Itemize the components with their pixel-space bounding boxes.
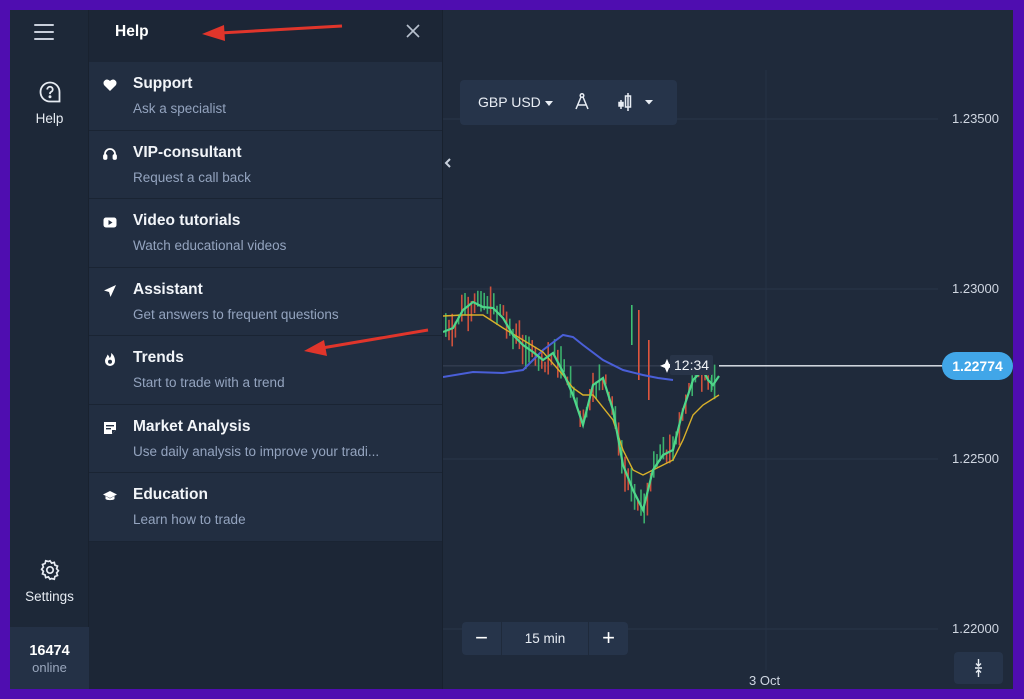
- annotation-arrow: [304, 328, 429, 356]
- annotation-arrow: [202, 24, 343, 41]
- annotation-overlay: [202, 24, 429, 356]
- trading-app-window: Help Settings 16474 online Help Support: [10, 10, 1013, 689]
